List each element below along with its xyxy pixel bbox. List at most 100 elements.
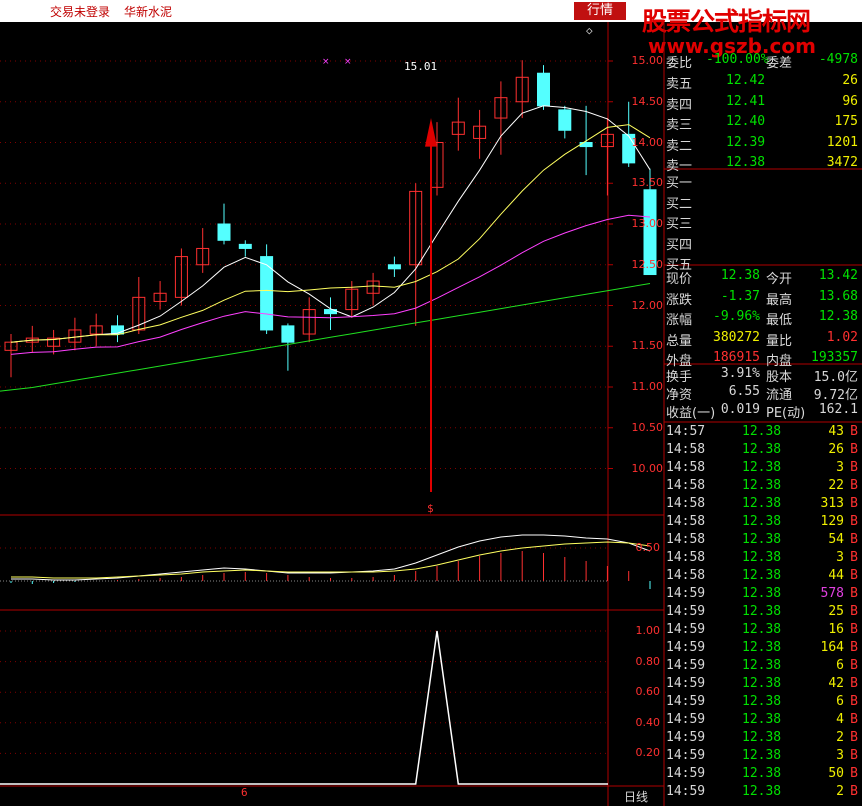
signal-axis-label: 0.20 [635, 746, 661, 760]
tick-row: 14:57 12.38 43 B [666, 424, 862, 442]
tick-side: B [850, 460, 858, 475]
stat-value: 380272 [713, 329, 760, 345]
signal-axis-label: 0.40 [635, 715, 661, 729]
tick-volume: 50 [828, 766, 844, 781]
ask-volume: 26 [842, 73, 858, 88]
tick-volume: 3 [836, 460, 844, 475]
tick-volume: 26 [828, 442, 844, 457]
tick-volume: 42 [828, 676, 844, 691]
tick-side: B [850, 442, 858, 457]
ask-price: 12.41 [726, 93, 766, 109]
tick-volume: 3 [836, 748, 844, 763]
fund-label: 股本 [766, 370, 793, 385]
tick-time: 14:58 [666, 442, 706, 457]
tick-price: 12.38 [742, 460, 782, 475]
stat-label: 涨幅 [666, 313, 693, 328]
ask-row: 卖一 12.38 3472 [666, 155, 862, 174]
fundamental-row: 收益(一) 0.019 PE(动) 162.1 [666, 402, 862, 421]
tick-row: 14:59 12.38 2 B [666, 730, 862, 748]
tick-row: 14:58 12.38 26 B [666, 442, 862, 460]
tick-side: B [850, 730, 858, 745]
fund-value: 15.0亿 [813, 370, 858, 385]
tick-volume: 22 [828, 478, 844, 493]
tick-row: 14:59 12.38 4 B [666, 712, 862, 730]
tick-row: 14:59 12.38 578 B [666, 586, 862, 604]
tick-side: B [850, 640, 858, 655]
tick-price: 12.38 [742, 640, 782, 655]
tick-volume: 2 [836, 784, 844, 799]
bid-row: 买一 [666, 172, 862, 191]
ask-volume: 175 [834, 114, 858, 129]
bid-label: 买一 [666, 176, 693, 191]
tick-side: B [850, 586, 858, 601]
tick-time: 14:59 [666, 712, 706, 727]
bid-row: 买三 [666, 213, 862, 232]
tick-row: 14:58 12.38 54 B [666, 532, 862, 550]
signal-axis-label: 1.00 [635, 624, 661, 637]
tick-time: 14:59 [666, 694, 706, 709]
tick-row: 14:58 12.38 44 B [666, 568, 862, 586]
quote-button[interactable]: 行情 [574, 2, 626, 20]
tick-row: 14:59 12.38 25 B [666, 604, 862, 622]
stock-name-link[interactable]: 华新水泥 [124, 3, 172, 20]
stat-label: 最低 [766, 313, 793, 328]
tick-row: 14:59 12.38 16 B [666, 622, 862, 640]
tick-volume: 54 [828, 532, 844, 547]
price-axis-label: 12.00 [631, 298, 664, 312]
tick-time: 14:59 [666, 784, 706, 799]
ask-label: 卖二 [666, 138, 693, 154]
buy-signal-label: $ [427, 502, 434, 515]
tick-price: 12.38 [742, 424, 782, 439]
ask-label: 卖四 [666, 97, 693, 113]
tick-volume: 3 [836, 550, 844, 565]
tick-price: 12.38 [742, 766, 782, 781]
tick-time: 14:59 [666, 586, 706, 601]
ask-price: 12.39 [726, 134, 766, 150]
tick-price: 12.38 [742, 712, 782, 727]
stat-value: 193357 [811, 350, 858, 365]
tick-volume: 44 [828, 568, 844, 583]
cross-marker-1: × [322, 57, 330, 67]
tick-row: 14:59 12.38 2 B [666, 784, 862, 802]
ask-volume: 1201 [826, 134, 858, 150]
fund-value: 3.91% [720, 366, 760, 381]
fund-label: 换手 [666, 370, 693, 385]
stat-label: 量比 [766, 333, 793, 349]
tick-volume: 6 [836, 694, 844, 709]
fundamental-row: 净资 6.55 流通 9.72亿 [666, 384, 862, 403]
ask-row: 卖三 12.40 175 [666, 114, 862, 133]
tick-row: 14:59 12.38 164 B [666, 640, 862, 658]
tick-side: B [850, 694, 858, 709]
stat-row: 总量 380272 量比 1.02 [666, 329, 862, 349]
tick-price: 12.38 [742, 622, 782, 637]
ask-label: 卖五 [666, 77, 693, 92]
macd-axis-label: 0.50 [635, 541, 661, 554]
tick-time: 14:58 [666, 460, 706, 475]
peak-price-label: 15.01 [404, 60, 438, 73]
login-status-link[interactable]: 交易未登录 [50, 3, 110, 20]
tick-volume: 129 [820, 514, 844, 529]
diff-value: -4978 [818, 52, 858, 67]
tick-time: 14:58 [666, 478, 706, 493]
tick-price: 12.38 [742, 784, 782, 799]
tick-row: 14:58 12.38 3 B [666, 550, 862, 568]
signal-line [0, 630, 608, 785]
stat-label: 今开 [766, 272, 793, 287]
tick-row: 14:58 12.38 3 B [666, 460, 862, 478]
stat-value: -1.37 [720, 288, 760, 304]
price-axis-label: 15.00 [631, 54, 664, 67]
ask-row: 卖四 12.41 96 [666, 93, 862, 113]
candle-body [558, 109, 572, 131]
candle-body [387, 264, 401, 270]
tick-side: B [850, 496, 858, 511]
stat-label: 总量 [666, 333, 693, 349]
tick-price: 12.38 [742, 496, 782, 511]
candle-body [537, 72, 550, 107]
period-label[interactable]: 日线 [624, 788, 648, 805]
diamond-icon[interactable]: ◇ [586, 24, 593, 37]
tick-volume: 2 [836, 730, 844, 745]
tick-row: 14:58 12.38 313 B [666, 496, 862, 514]
fund-label: 收益(一) [666, 406, 716, 421]
macd-dif-line [11, 534, 651, 581]
ask-row: 卖五 12.42 26 [666, 73, 862, 92]
